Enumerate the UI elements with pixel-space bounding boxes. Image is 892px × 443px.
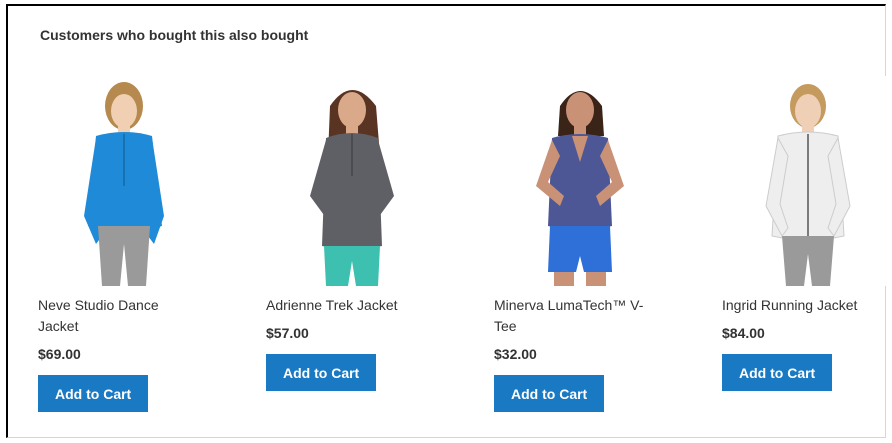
product-price: $84.00 (722, 325, 765, 341)
product-name[interactable]: Minerva LumaTech™ V-Tee (494, 295, 654, 337)
add-to-cart-button[interactable]: Add to Cart (38, 375, 149, 412)
product-item: Minerva LumaTech™ V-Tee $32.00 Add to Ca… (494, 76, 684, 412)
product-price: $69.00 (38, 346, 81, 362)
product-image[interactable] (728, 76, 888, 286)
product-price: $32.00 (494, 346, 537, 362)
product-name[interactable]: Ingrid Running Jacket (722, 295, 872, 316)
product-item: Neve Studio Dance Jacket $69.00 Add to C… (38, 76, 228, 412)
related-products-block: Customers who bought this also bought Ne… (6, 4, 888, 438)
product-image[interactable] (500, 76, 660, 286)
add-to-cart-button[interactable]: Add to Cart (494, 375, 605, 412)
product-price: $57.00 (266, 325, 309, 341)
product-image[interactable] (44, 76, 204, 286)
product-name[interactable]: Neve Studio Dance Jacket (38, 295, 198, 337)
add-to-cart-button[interactable]: Add to Cart (266, 354, 377, 391)
product-item: Ingrid Running Jacket $84.00 Add to Cart (722, 76, 892, 391)
block-title: Customers who bought this also bought (40, 27, 309, 43)
product-image[interactable] (272, 76, 432, 286)
add-to-cart-button[interactable]: Add to Cart (722, 354, 833, 391)
product-item: Adrienne Trek Jacket $57.00 Add to Cart (266, 76, 456, 391)
product-name[interactable]: Adrienne Trek Jacket (266, 295, 426, 316)
